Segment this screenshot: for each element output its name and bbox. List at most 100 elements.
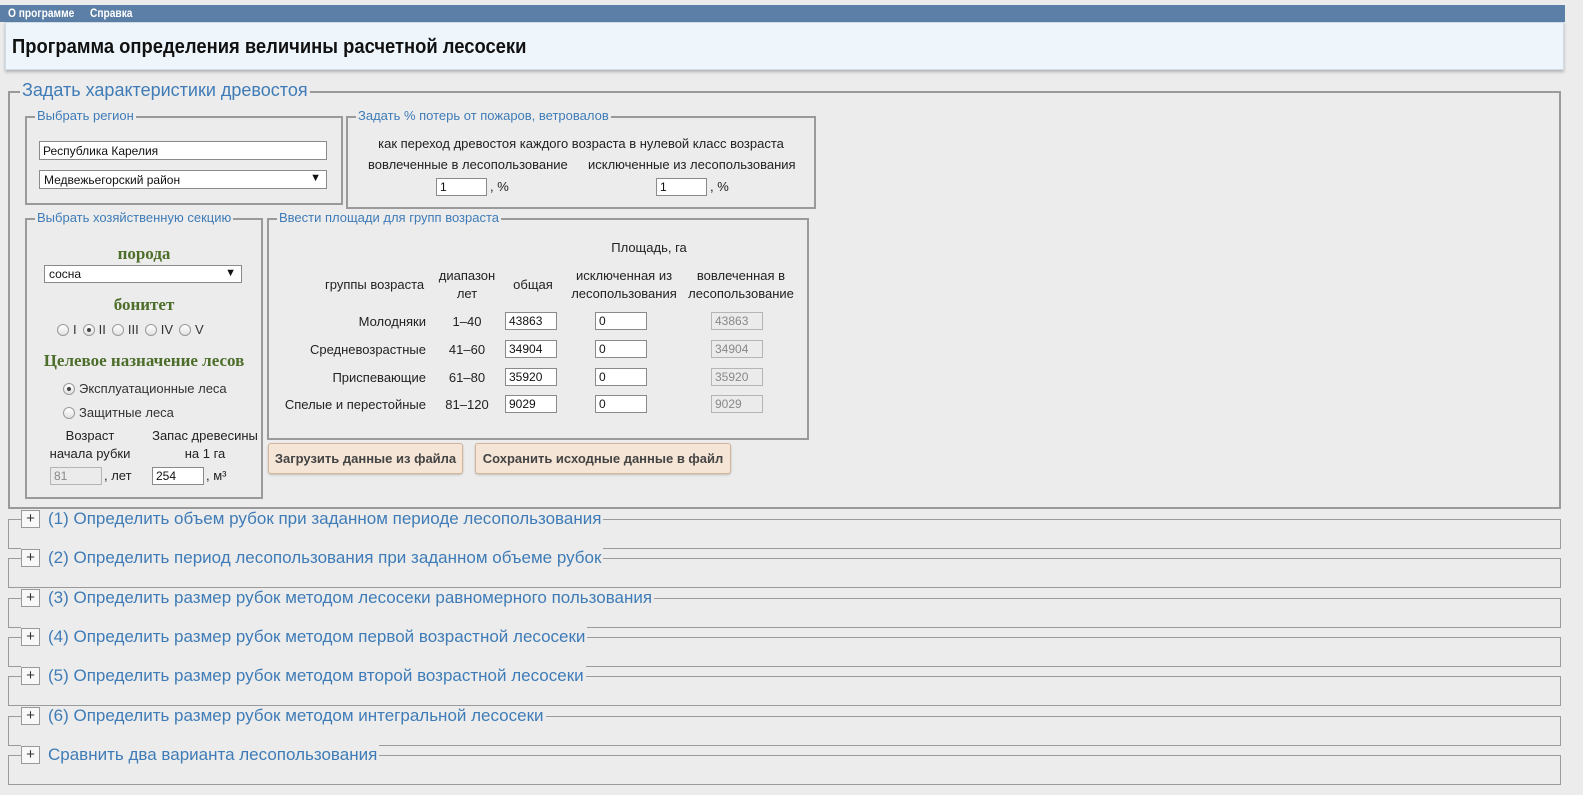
col-header-involved-line2: лесопользование	[688, 286, 794, 301]
bonitet-option-label: V	[195, 322, 204, 337]
expand-plus-icon[interactable]: +	[21, 589, 40, 607]
losses-legend: Задать % потерь от пожаров, ветровалов	[356, 108, 611, 123]
row-group-label: Приспевающие	[332, 370, 426, 385]
age-areas-legend: Ввести площади для групп возраста	[277, 210, 502, 225]
load-from-file-button[interactable]: Загрузить данные из файла	[268, 443, 463, 474]
section-header: + Сравнить два варианта лесопользования	[21, 745, 380, 765]
purpose-option-label: Защитные леса	[79, 405, 174, 420]
management-section-group: Выбрать хозяйственную секцию порода сосн…	[25, 210, 263, 499]
row-involved-input[interactable]	[711, 395, 763, 413]
section-header: + (4) Определить размер рубок методом пер…	[21, 627, 588, 647]
wood-stock-unit: , м³	[206, 468, 227, 483]
section-title[interactable]: (1) Определить объем рубок при заданном …	[48, 509, 601, 529]
stock-label-line2: на 1 га	[184, 446, 226, 461]
bonitet-option-label: II	[98, 322, 106, 337]
row-group-label: Молодняки	[358, 314, 426, 329]
expand-plus-icon[interactable]: +	[21, 549, 40, 567]
row-total-input[interactable]	[505, 340, 557, 358]
section-cut-volume: + (1) Определить объем рубок при заданном…	[8, 509, 1561, 549]
bonitet-radio-2[interactable]	[82, 323, 95, 336]
menu-bar: О программе Справка	[0, 5, 1565, 22]
expand-plus-icon[interactable]: +	[21, 707, 40, 725]
expand-plus-icon[interactable]: +	[21, 510, 40, 528]
menu-about[interactable]: О программе	[8, 6, 74, 20]
row-range: 61–80	[448, 370, 486, 385]
losses-involved-input[interactable]	[436, 178, 487, 196]
expand-plus-icon[interactable]: +	[21, 667, 40, 685]
cutting-age-input[interactable]	[50, 467, 102, 485]
bonitet-radio-group: I II III IV V	[57, 322, 210, 337]
section-uniform-use: + (3) Определить размер рубок методом лес…	[8, 588, 1561, 628]
losses-description: как переход древостоя каждого возраста в…	[378, 136, 784, 151]
col-header-groups: группы возраста	[325, 277, 425, 292]
species-label: порода	[117, 244, 171, 263]
row-involved-input[interactable]	[711, 312, 763, 330]
save-to-file-button[interactable]: Сохранить исходные данные в файл	[475, 443, 731, 474]
row-total-input[interactable]	[505, 312, 557, 330]
expand-plus-icon[interactable]: +	[21, 746, 40, 764]
section-title[interactable]: Сравнить два варианта лесопользования	[48, 745, 377, 765]
losses-excluded-label: исключенные из лесопользования	[588, 157, 796, 172]
row-range: 81–120	[445, 397, 489, 412]
species-select[interactable]: сосна ▼	[44, 265, 242, 283]
bonitet-radio-5[interactable]	[179, 323, 191, 336]
bonitet-radio-1[interactable]	[57, 323, 69, 336]
stand-characteristics-section: Задать характеристики древостоя Выбрать …	[8, 80, 1561, 509]
section-title[interactable]: (6) Определить размер рубок методом инте…	[48, 706, 544, 726]
row-involved-input[interactable]	[711, 340, 763, 358]
bonitet-option-label: I	[73, 322, 77, 337]
purpose-radio-exploitation: Эксплуатационные леса	[63, 381, 233, 396]
management-section-legend: Выбрать хозяйственную секцию	[35, 210, 234, 225]
expand-plus-icon[interactable]: +	[21, 628, 40, 646]
title-bar: Программа определения величины расчетной…	[5, 22, 1564, 70]
section-title[interactable]: (4) Определить размер рубок методом перв…	[48, 627, 585, 647]
region-input[interactable]	[39, 141, 327, 160]
col-header-excluded-line2: лесопользования	[571, 286, 677, 301]
col-header-excluded-line1: исключенная из	[575, 268, 673, 283]
row-group-label: Средневозрастные	[309, 342, 426, 357]
menu-help[interactable]: Справка	[90, 6, 132, 20]
section-compare-variants: + Сравнить два варианта лесопользования	[8, 745, 1561, 785]
dropdown-arrow-icon: ▼	[225, 267, 236, 279]
stand-characteristics-legend: Задать характеристики древостоя	[20, 80, 310, 101]
wood-stock-input[interactable]	[152, 467, 204, 485]
losses-excluded-input[interactable]	[656, 178, 707, 196]
bonitet-radio-4[interactable]	[144, 323, 157, 336]
district-select[interactable]: Медвежьегорский район ▼	[39, 170, 327, 189]
row-range: 1–40	[452, 314, 482, 329]
section-title[interactable]: (5) Определить размер рубок методом втор…	[48, 666, 584, 686]
row-excluded-input[interactable]	[595, 368, 647, 386]
bonitet-label: бонитет	[113, 295, 175, 314]
section-header: + (5) Определить размер рубок методом вто…	[21, 666, 586, 686]
section-first-age-cut: + (4) Определить размер рубок методом пер…	[8, 627, 1561, 667]
section-header: + (1) Определить объем рубок при заданном…	[21, 509, 604, 529]
region-group: Выбрать регион Медвежьегорский район ▼	[25, 108, 343, 205]
purpose-radio-protective-button[interactable]	[63, 406, 75, 419]
row-total-input[interactable]	[505, 368, 557, 386]
purpose-radio-exploitation-button[interactable]	[63, 382, 75, 395]
section-header: + (6) Определить размер рубок методом инт…	[21, 706, 546, 726]
col-header-involved-line1: вовлеченная в	[696, 268, 786, 283]
losses-involved-label: вовлеченные в лесопользование	[368, 157, 568, 172]
bonitet-option-label: III	[127, 322, 139, 337]
species-select-value: сосна	[49, 267, 82, 281]
losses-group: Задать % потерь от пожаров, ветровалов к…	[346, 108, 816, 209]
section-title[interactable]: (2) Определить период лесопользования пр…	[48, 548, 601, 568]
col-header-range-line2: лет	[456, 286, 478, 301]
row-total-input[interactable]	[505, 395, 557, 413]
section-integral-cut: + (6) Определить размер рубок методом инт…	[8, 706, 1561, 746]
row-excluded-input[interactable]	[595, 395, 647, 413]
bonitet-radio-3[interactable]	[111, 323, 124, 336]
row-excluded-input[interactable]	[595, 340, 647, 358]
row-involved-input[interactable]	[711, 368, 763, 386]
section-title[interactable]: (3) Определить размер рубок методом лесо…	[48, 588, 652, 608]
purpose-label: Целевое назначение лесов	[43, 351, 245, 370]
age-label-line1: Возраст	[65, 428, 115, 443]
row-excluded-input[interactable]	[595, 312, 647, 330]
region-legend: Выбрать регион	[35, 108, 136, 123]
col-header-total: общая	[513, 277, 553, 292]
col-header-range-line1: диапазон	[438, 268, 496, 283]
cutting-age-unit: , лет	[104, 468, 132, 483]
row-range: 41–60	[448, 342, 486, 357]
bonitet-option-label: IV	[160, 322, 173, 337]
